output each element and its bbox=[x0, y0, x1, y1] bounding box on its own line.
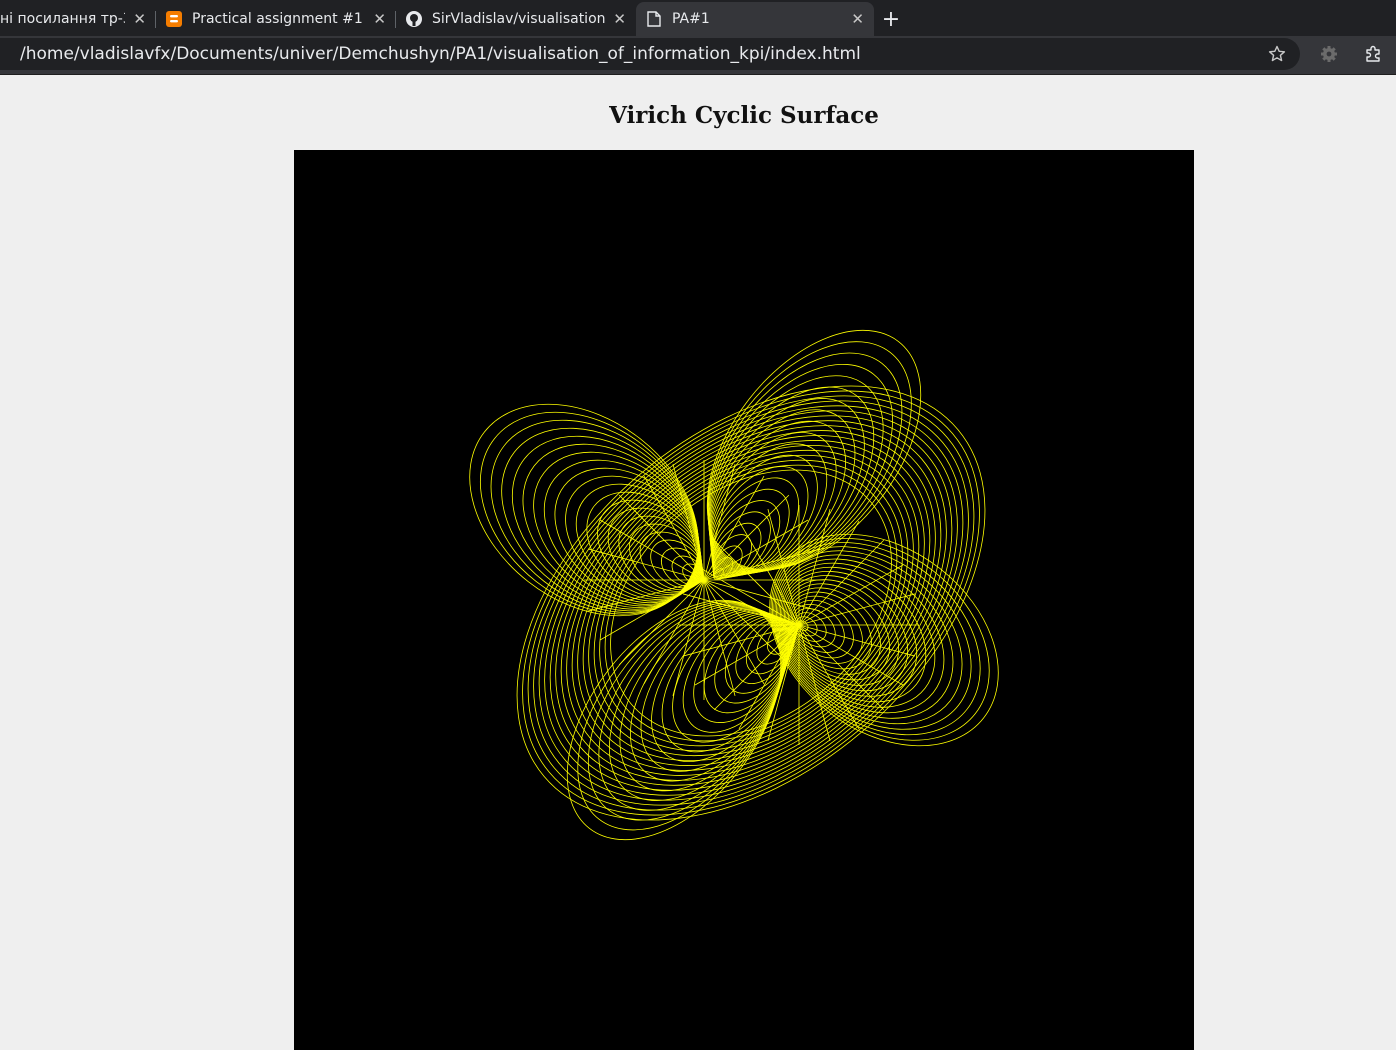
body-ring bbox=[604, 464, 898, 742]
close-icon[interactable]: ✕ bbox=[851, 10, 864, 28]
tab-strip: ні посилання тр-31 ✕ Practical assignmen… bbox=[0, 0, 1396, 36]
page-content: Virich Cyclic Surface bbox=[0, 75, 1396, 1050]
body-ring bbox=[566, 430, 936, 776]
address-bar[interactable]: /home/vladislavfx/Documents/univer/Demch… bbox=[0, 38, 1300, 70]
github-icon bbox=[406, 11, 422, 27]
body-ring bbox=[577, 440, 925, 766]
extension-gear-icon[interactable] bbox=[1320, 45, 1338, 63]
page-title: Virich Cyclic Surface bbox=[609, 102, 879, 129]
page-icon bbox=[646, 11, 662, 27]
body-ring bbox=[527, 395, 975, 811]
body-ring bbox=[522, 390, 980, 816]
body-ring bbox=[516, 385, 986, 821]
webgl-canvas[interactable] bbox=[294, 150, 1194, 1050]
close-icon[interactable]: ✕ bbox=[133, 10, 146, 28]
pole-spoke bbox=[798, 593, 916, 626]
body-ring bbox=[533, 400, 969, 806]
tab-2[interactable]: Practical assignment #1 ( ✕ bbox=[156, 2, 396, 36]
star-icon[interactable] bbox=[1268, 45, 1286, 63]
new-tab-button[interactable]: + bbox=[874, 2, 908, 36]
pole-spoke bbox=[672, 579, 705, 697]
tab-4-title: PA#1 bbox=[672, 11, 710, 27]
pole-spoke bbox=[703, 579, 765, 685]
url-text[interactable]: /home/vladislavfx/Documents/univer/Demch… bbox=[20, 44, 861, 64]
pole-spoke bbox=[703, 579, 736, 697]
tab-3-title: SirVladislav/visualisation bbox=[432, 11, 606, 27]
tab-1-title: ні посилання тр-31 bbox=[0, 11, 125, 27]
tab-2-title: Practical assignment #1 ( bbox=[192, 11, 366, 27]
browser-toolbar: /home/vladislavfx/Documents/univer/Demch… bbox=[0, 36, 1396, 75]
blogger-icon bbox=[166, 11, 182, 27]
surface-wireframe bbox=[469, 329, 999, 841]
body-ring bbox=[555, 420, 947, 786]
extensions-puzzle-icon[interactable] bbox=[1364, 45, 1382, 63]
tab-3[interactable]: SirVladislav/visualisation ✕ bbox=[396, 2, 636, 36]
close-icon[interactable]: ✕ bbox=[373, 10, 386, 28]
close-icon[interactable]: ✕ bbox=[613, 10, 626, 28]
tab-4[interactable]: PA#1 ✕ bbox=[636, 2, 874, 36]
tab-1[interactable]: ні посилання тр-31 ✕ bbox=[0, 2, 156, 36]
